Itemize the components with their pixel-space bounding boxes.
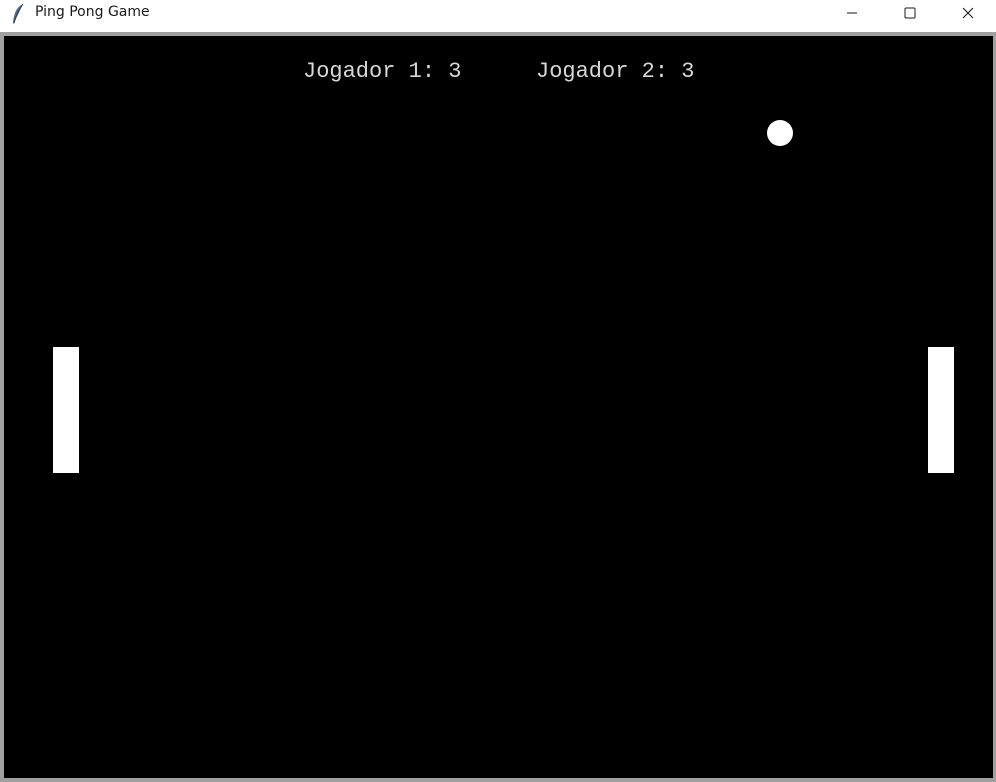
left-paddle	[53, 347, 79, 473]
right-paddle	[928, 347, 954, 473]
player1-score: Jogador 1: 3	[303, 59, 462, 84]
feather-icon	[11, 3, 25, 25]
maximize-icon	[904, 7, 916, 19]
window-title: Ping Pong Game	[35, 4, 150, 20]
ball	[767, 120, 793, 146]
maximize-button[interactable]	[881, 0, 939, 25]
close-icon	[962, 7, 974, 19]
minimize-icon	[846, 7, 858, 19]
title-bar[interactable]: Ping Pong Game	[0, 0, 996, 32]
player2-score: Jogador 2: 3	[536, 59, 695, 84]
minimize-button[interactable]	[823, 0, 881, 25]
game-window: Ping Pong Game Jogador 1: 3 Jogador 2: 3	[0, 0, 996, 782]
game-canvas[interactable]	[4, 36, 993, 778]
close-button[interactable]	[939, 0, 996, 25]
